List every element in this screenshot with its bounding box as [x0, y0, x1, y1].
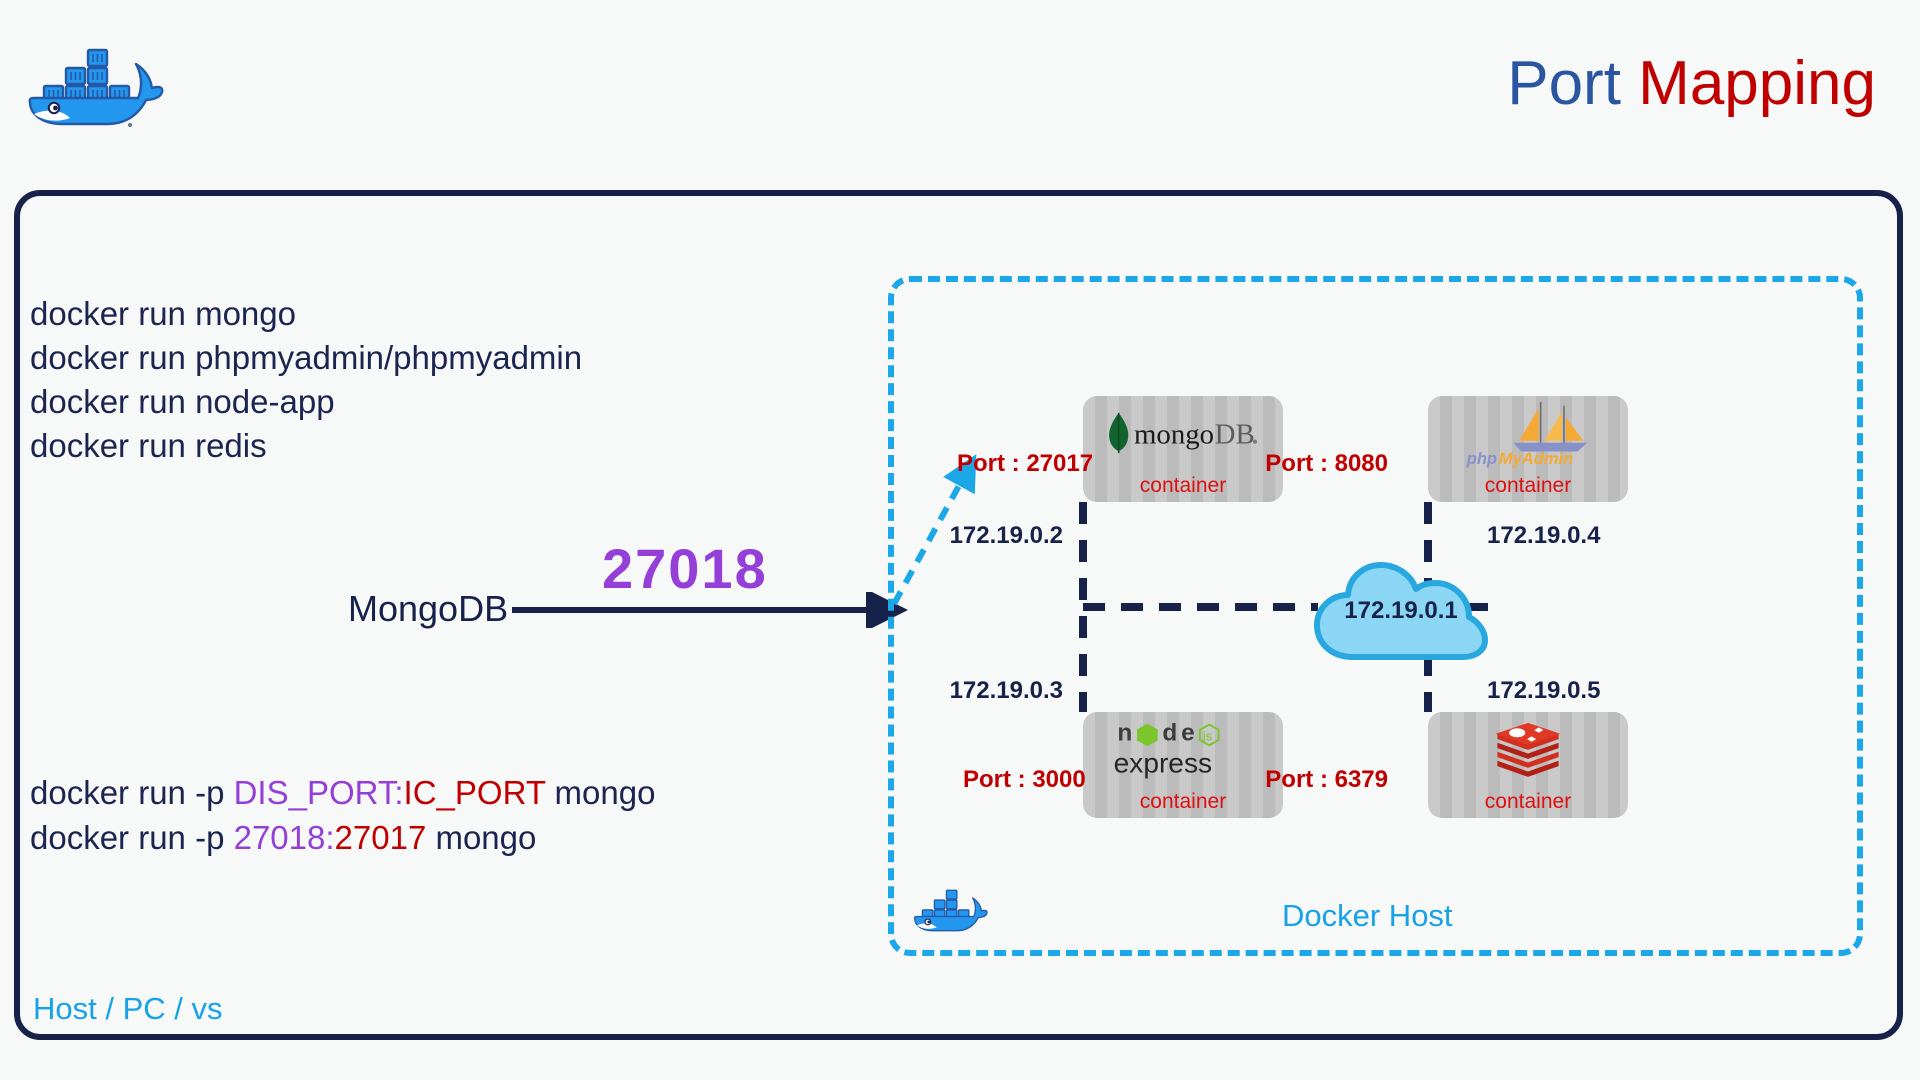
container-node-express[interactable]: n d e js express container — [1083, 712, 1283, 818]
node-express-logo: n d e js express — [1108, 718, 1258, 780]
port-label-node: Port : 3000 — [963, 766, 1086, 793]
cmd-prefix: docker run -p — [30, 819, 234, 856]
svg-text:DB: DB — [1215, 419, 1255, 451]
mongodb-source-label: MongoDB — [348, 588, 509, 629]
host-port-token: DIS_PORT — [233, 774, 395, 811]
host-pc-label: Host / PC / vs — [33, 991, 223, 1026]
phpmyadmin-logo: php MyAdmin — [1453, 401, 1603, 468]
command-line: docker run phpmyadmin/phpmyadmin — [30, 339, 583, 376]
container-caption: container — [1484, 474, 1572, 497]
ip-label-mongo: 172.19.0.2 — [949, 522, 1063, 549]
network-gateway-ip: 172.19.0.1 — [1344, 597, 1458, 624]
container-port-token: IC_PORT — [403, 774, 546, 811]
container-caption: container — [1484, 790, 1572, 813]
command-line-template: docker run -p DIS_PORT:IC_PORT mongo — [30, 770, 655, 815]
command-line: docker run node-app — [30, 383, 335, 420]
svg-text:n: n — [1117, 720, 1132, 747]
page-title: Port Mapping — [1507, 48, 1876, 119]
container-redis[interactable]: container — [1428, 712, 1628, 818]
ip-label-redis: 172.19.0.5 — [1487, 677, 1601, 704]
page-title-part2: Mapping — [1638, 49, 1876, 118]
command-line: docker run mongo — [30, 295, 296, 332]
cmd-suffix: mongo — [545, 774, 656, 811]
redis-logo — [1492, 718, 1564, 780]
command-line: docker run redis — [30, 427, 267, 464]
svg-text:express: express — [1114, 747, 1212, 778]
port-label-phpmyadmin: Port : 8080 — [1265, 450, 1388, 477]
docker-run-command-list: docker run mongo docker run phpmyadmin/p… — [30, 292, 582, 468]
command-line-example: docker run -p 27018:27017 mongo — [30, 815, 655, 860]
port-label-mongo: Port : 27017 — [957, 450, 1094, 477]
cmd-prefix: docker run -p — [30, 774, 234, 811]
svg-text:mongo: mongo — [1134, 419, 1214, 451]
svg-text:d: d — [1162, 720, 1177, 747]
port-separator: : — [325, 819, 335, 856]
container-mongo[interactable]: mongo DB container — [1083, 396, 1283, 502]
docker-whale-logo-host — [906, 874, 988, 936]
host-port-token: 27018 — [233, 819, 326, 856]
container-phpmyadmin[interactable]: php MyAdmin container — [1428, 396, 1628, 502]
port-mapping-command-list: docker run -p DIS_PORT:IC_PORT mongo doc… — [30, 770, 655, 860]
docker-host-label: Docker Host — [1282, 898, 1453, 933]
container-caption: container — [1139, 474, 1227, 497]
svg-text:MyAdmin: MyAdmin — [1499, 449, 1573, 468]
port-mapping-arrow — [512, 592, 908, 628]
port-label-redis: Port : 6379 — [1265, 766, 1388, 793]
container-caption: container — [1139, 790, 1227, 813]
port-separator: : — [394, 774, 404, 811]
mongodb-logo: mongo DB — [1099, 402, 1267, 464]
cmd-suffix: mongo — [426, 819, 537, 856]
svg-text:php: php — [1466, 449, 1497, 468]
docker-whale-logo-header — [14, 22, 164, 132]
ip-label-node: 172.19.0.3 — [949, 677, 1063, 704]
svg-text:e: e — [1181, 720, 1195, 747]
ip-label-phpmyadmin: 172.19.0.4 — [1487, 522, 1601, 549]
container-port-token: 27017 — [334, 819, 427, 856]
page-title-part1: Port — [1507, 49, 1621, 118]
svg-text:js: js — [1202, 729, 1213, 744]
